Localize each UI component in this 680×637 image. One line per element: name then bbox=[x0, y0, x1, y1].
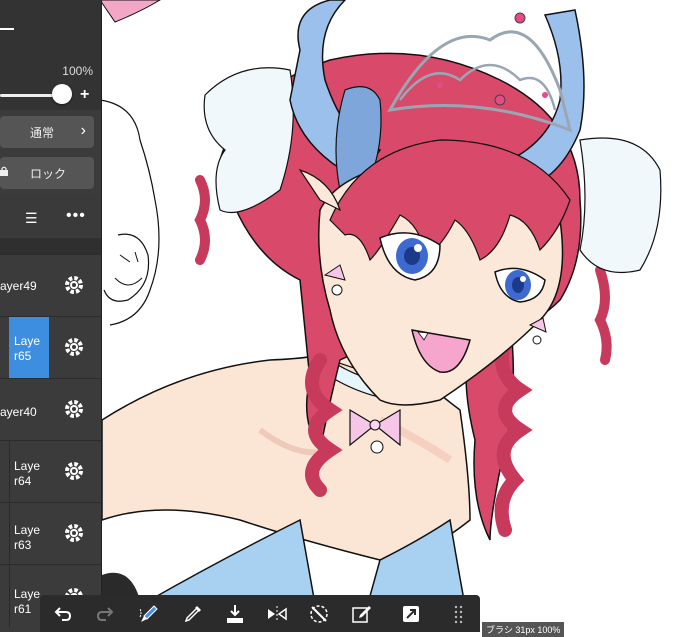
gear-icon[interactable] bbox=[62, 397, 86, 421]
layer-item[interactable]: Laye r63 bbox=[0, 502, 101, 565]
layer-name: Laye r63 bbox=[14, 523, 41, 552]
gear-icon[interactable] bbox=[62, 521, 86, 545]
rotate-cancel-icon[interactable] bbox=[308, 603, 330, 625]
opacity-value: 100% bbox=[62, 64, 93, 78]
collapse-dash-icon[interactable] bbox=[0, 28, 14, 30]
gear-icon[interactable] bbox=[62, 273, 86, 297]
fill-icon[interactable] bbox=[224, 603, 246, 625]
blend-mode-label: 通常 bbox=[30, 126, 55, 140]
eraser-brush-icon[interactable] bbox=[138, 603, 160, 625]
layer-name: Laye r65 bbox=[14, 334, 41, 363]
layer-item[interactable]: ayer40 bbox=[0, 378, 101, 441]
layer-name: ayer40 bbox=[0, 405, 37, 419]
transform-icon[interactable] bbox=[400, 603, 422, 625]
drawing-canvas[interactable] bbox=[0, 0, 680, 632]
more-icon[interactable]: ••• bbox=[66, 207, 86, 225]
flip-horizontal-icon[interactable] bbox=[266, 603, 288, 625]
indent-line bbox=[9, 503, 10, 565]
lock-label: ロック bbox=[30, 167, 67, 181]
indent-line bbox=[9, 441, 10, 503]
layer-item[interactable]: Laye r64 bbox=[0, 440, 101, 503]
layer-name: Laye r64 bbox=[14, 459, 41, 488]
layer-item-selected[interactable]: Laye r65 bbox=[0, 316, 101, 379]
lock-icon bbox=[0, 166, 8, 176]
plus-icon[interactable]: + bbox=[80, 86, 89, 104]
layer-item[interactable]: ayer49 bbox=[0, 254, 101, 317]
layer-name: ayer49 bbox=[0, 279, 37, 293]
undo-icon[interactable] bbox=[52, 603, 74, 625]
redo-icon[interactable] bbox=[94, 603, 116, 625]
gear-icon[interactable] bbox=[62, 335, 86, 359]
list-icon[interactable]: ☰ bbox=[25, 210, 38, 227]
layer-panel: 100% + 通常 › ロック ☰ ••• ayer49 Laye r65 ay… bbox=[0, 0, 102, 632]
chevron-right-icon: › bbox=[80, 122, 86, 139]
edit-icon[interactable] bbox=[350, 603, 372, 625]
gear-icon[interactable] bbox=[62, 459, 86, 483]
panel-header bbox=[0, 0, 101, 58]
layer-name: Laye r61 bbox=[14, 587, 41, 616]
layer-tools-row: ☰ ••• bbox=[0, 196, 101, 236]
indent-line bbox=[9, 565, 10, 627]
eyedropper-icon[interactable] bbox=[182, 603, 204, 625]
grid-icon[interactable] bbox=[450, 603, 472, 625]
blend-mode-button[interactable]: 通常 › bbox=[0, 116, 94, 148]
bottom-toolbar bbox=[40, 595, 480, 632]
lock-button[interactable]: ロック bbox=[0, 157, 94, 189]
brush-status-text: ブラシ 31px 100% bbox=[482, 622, 565, 637]
opacity-slider-knob[interactable] bbox=[52, 84, 72, 104]
